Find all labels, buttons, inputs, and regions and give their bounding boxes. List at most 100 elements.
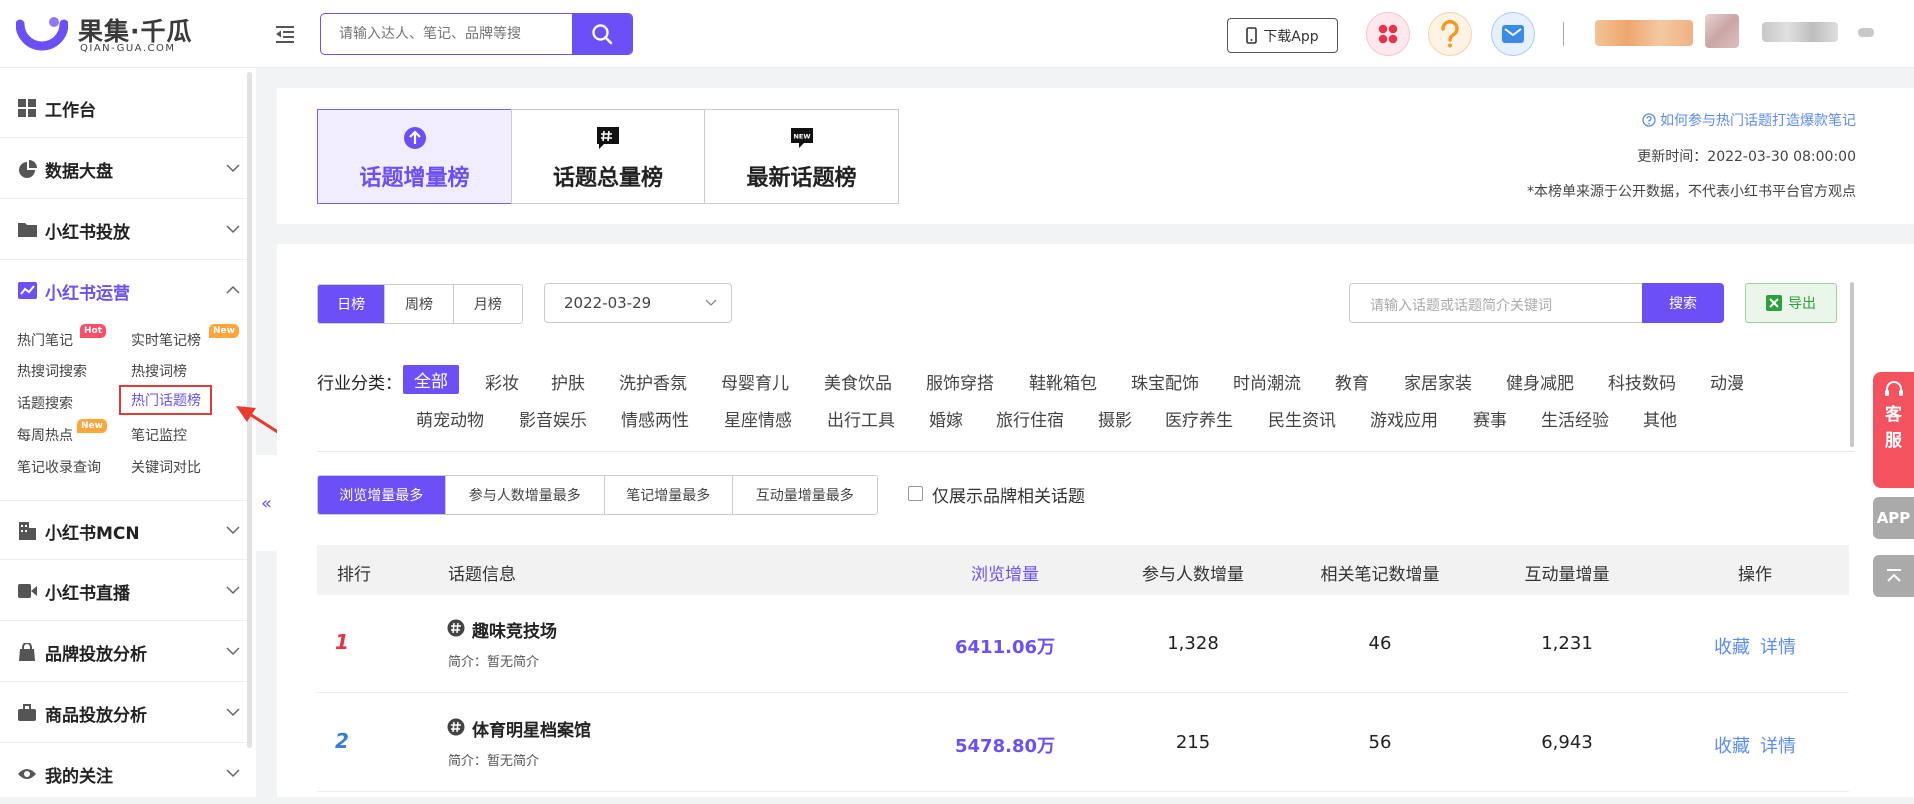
industry-chip[interactable]: 彩妆 (485, 369, 519, 394)
tab-topic-total[interactable]: 话题总量榜 (511, 109, 705, 204)
messages-button[interactable] (1491, 12, 1535, 56)
sidebar-item-xhs-ads[interactable]: 小红书投放 (0, 200, 247, 260)
hashtag-bubble-icon (597, 127, 619, 149)
sidebar-subitem-weekly-hot[interactable]: 每周热点 (17, 425, 73, 445)
favorite-link[interactable]: 收藏 (1714, 633, 1750, 659)
detail-link[interactable]: 详情 (1760, 633, 1796, 659)
sidebar-item-xhs-mcn[interactable]: 小红书MCN (0, 500, 247, 560)
content-scrollbar[interactable] (1850, 282, 1854, 447)
brand-only-checkbox[interactable] (908, 486, 923, 501)
sidebar-subitem-hot-search-rank[interactable]: 热搜词榜 (131, 361, 187, 381)
industry-chip[interactable]: 萌宠动物 (416, 406, 484, 431)
table-row: 2 体育明星档案馆 简介：暂无简介 5478.80万 215 56 6,943 … (317, 694, 1849, 792)
industry-chip[interactable]: 情感两性 (621, 406, 689, 431)
help-link[interactable]: 如何参与热门话题打造爆款笔记 (1641, 110, 1856, 130)
sidebar-item-xhs-operations[interactable]: 小红书运营 (0, 261, 247, 321)
industry-chip[interactable]: 游戏应用 (1370, 406, 1438, 431)
industry-chip[interactable]: 婚嫁 (929, 406, 963, 431)
sidebar-item-product-analysis[interactable]: 商品投放分析 (0, 683, 247, 743)
sidebar-subitem-note-monitor[interactable]: 笔记监控 (131, 425, 187, 445)
help-button[interactable] (1428, 12, 1472, 56)
industry-chip[interactable]: 科技数码 (1608, 369, 1676, 394)
avatar[interactable] (1705, 14, 1739, 48)
industry-chip[interactable]: 动漫 (1710, 369, 1744, 394)
col-views-sortable[interactable]: 浏览增量 (971, 560, 1039, 585)
global-search-input[interactable] (321, 14, 573, 54)
topic-name-link[interactable]: 趣味竞技场 (472, 617, 557, 642)
sort-by-participants[interactable]: 参与人数增量最多 (446, 476, 605, 514)
industry-chip[interactable]: 母婴育儿 (721, 369, 789, 394)
menu-toggle-icon[interactable] (274, 24, 296, 44)
industry-chip[interactable]: 健身减肥 (1506, 369, 1574, 394)
sidebar-subitem-hot-notes[interactable]: 热门笔记 (17, 330, 73, 350)
sidebar: 工作台 数据大盘 小红书投放 小红书运营 热门笔记 Hot 实时笔记榜 New … (0, 68, 256, 797)
tab-label: 话题总量榜 (552, 166, 663, 191)
favorite-link[interactable]: 收藏 (1714, 732, 1750, 758)
sort-by-notes[interactable]: 笔记增量最多 (605, 476, 733, 514)
industry-chip[interactable]: 出行工具 (827, 406, 895, 431)
tab-daily[interactable]: 日榜 (318, 285, 386, 323)
industry-chip[interactable]: 生活经验 (1541, 406, 1609, 431)
tab-newest-topic[interactable]: NEW 最新话题榜 (704, 109, 899, 204)
sidebar-item-brand-analysis[interactable]: 品牌投放分析 (0, 622, 247, 682)
sidebar-subitem-keyword-compare[interactable]: 关键词对比 (131, 457, 201, 477)
sidebar-subitem-hot-search[interactable]: 热搜词搜索 (17, 361, 87, 381)
download-app-button[interactable]: 下载App (1227, 18, 1338, 53)
topic-keyword-input[interactable]: 请输入话题或话题简介关键词 (1349, 283, 1642, 323)
industry-chip[interactable]: 医疗养生 (1165, 406, 1233, 431)
trend-chart-icon (18, 282, 37, 299)
back-to-top-button[interactable] (1873, 555, 1914, 597)
date-picker[interactable]: 2022-03-29 (544, 283, 732, 323)
apps-button[interactable] (1366, 12, 1410, 56)
industry-chip[interactable]: 星座情感 (724, 406, 792, 431)
header-divider (1563, 22, 1564, 46)
industry-chip[interactable]: 服饰穿搭 (926, 369, 994, 394)
industry-chip[interactable]: 民生资讯 (1268, 406, 1336, 431)
industry-chip[interactable]: 影音娱乐 (519, 406, 587, 431)
topic-search-button[interactable]: 搜索 (1642, 283, 1724, 323)
user-menu-blurred[interactable] (1858, 28, 1874, 37)
sidebar-subitem-note-index[interactable]: 笔记收录查询 (17, 457, 101, 477)
hashtag-icon (447, 619, 465, 637)
sidebar-item-label: 商品投放分析 (45, 706, 147, 726)
sort-by-views[interactable]: 浏览增量最多 (318, 476, 446, 514)
sidebar-subitem-realtime-notes[interactable]: 实时笔记榜 (131, 330, 201, 350)
sidebar-collapse-button[interactable]: « (256, 455, 277, 551)
tab-weekly[interactable]: 周榜 (385, 285, 454, 323)
sidebar-item-data-overview[interactable]: 数据大盘 (0, 139, 247, 199)
industry-chip[interactable]: 时尚潮流 (1233, 369, 1301, 394)
sidebar-item-xhs-live[interactable]: 小红书直播 (0, 561, 247, 621)
sidebar-item-workbench[interactable]: 工作台 (0, 78, 247, 138)
logo[interactable]: 果集·千瓜 QIAN-GUA.COM (16, 12, 192, 56)
sidebar-subitem-hot-topics[interactable]: 热门话题榜 (119, 385, 212, 415)
sidebar-item-my-follows[interactable]: 我的关注 (0, 744, 247, 804)
industry-chip[interactable]: 珠宝配饰 (1131, 369, 1199, 394)
industry-chip[interactable]: 美食饮品 (824, 369, 892, 394)
global-search-button[interactable] (572, 14, 632, 54)
industry-chip[interactable]: 家居家装 (1404, 369, 1472, 394)
topic-description: 简介：暂无简介 (448, 754, 540, 769)
disclaimer: *本榜单来源于公开数据，不代表小红书平台官方观点 (1527, 184, 1856, 200)
industry-chip[interactable]: 护肤 (551, 369, 585, 394)
industry-chip[interactable]: 摄影 (1098, 406, 1132, 431)
customer-service-button[interactable]: 客服 (1873, 372, 1914, 488)
export-button[interactable]: 导出 (1745, 283, 1837, 323)
industry-chip[interactable]: 洗护香氛 (619, 369, 687, 394)
detail-link[interactable]: 详情 (1760, 732, 1796, 758)
brand-only-label[interactable]: 仅展示品牌相关话题 (932, 482, 1085, 507)
new-bubble-icon: NEW (790, 128, 813, 148)
sort-by-interactions[interactable]: 互动量增量最多 (733, 476, 877, 514)
industry-chip[interactable]: 赛事 (1473, 406, 1507, 431)
industry-chip[interactable]: 旅行住宿 (996, 406, 1064, 431)
tab-topic-growth[interactable]: 话题增量榜 (317, 109, 512, 204)
industry-chip[interactable]: 教育 (1335, 369, 1369, 394)
app-download-float-button[interactable]: APP (1873, 497, 1914, 539)
sidebar-subitem-topic-search[interactable]: 话题搜索 (17, 393, 73, 413)
industry-chip[interactable]: 其他 (1643, 406, 1677, 431)
tab-monthly[interactable]: 月榜 (454, 285, 522, 323)
views-increase: 6411.06万 (955, 637, 1055, 658)
industry-chip[interactable]: 全部 (403, 365, 459, 394)
dashboard-icon (18, 99, 36, 117)
topic-name-link[interactable]: 体育明星档案馆 (472, 716, 591, 741)
industry-chip[interactable]: 鞋靴箱包 (1029, 369, 1097, 394)
